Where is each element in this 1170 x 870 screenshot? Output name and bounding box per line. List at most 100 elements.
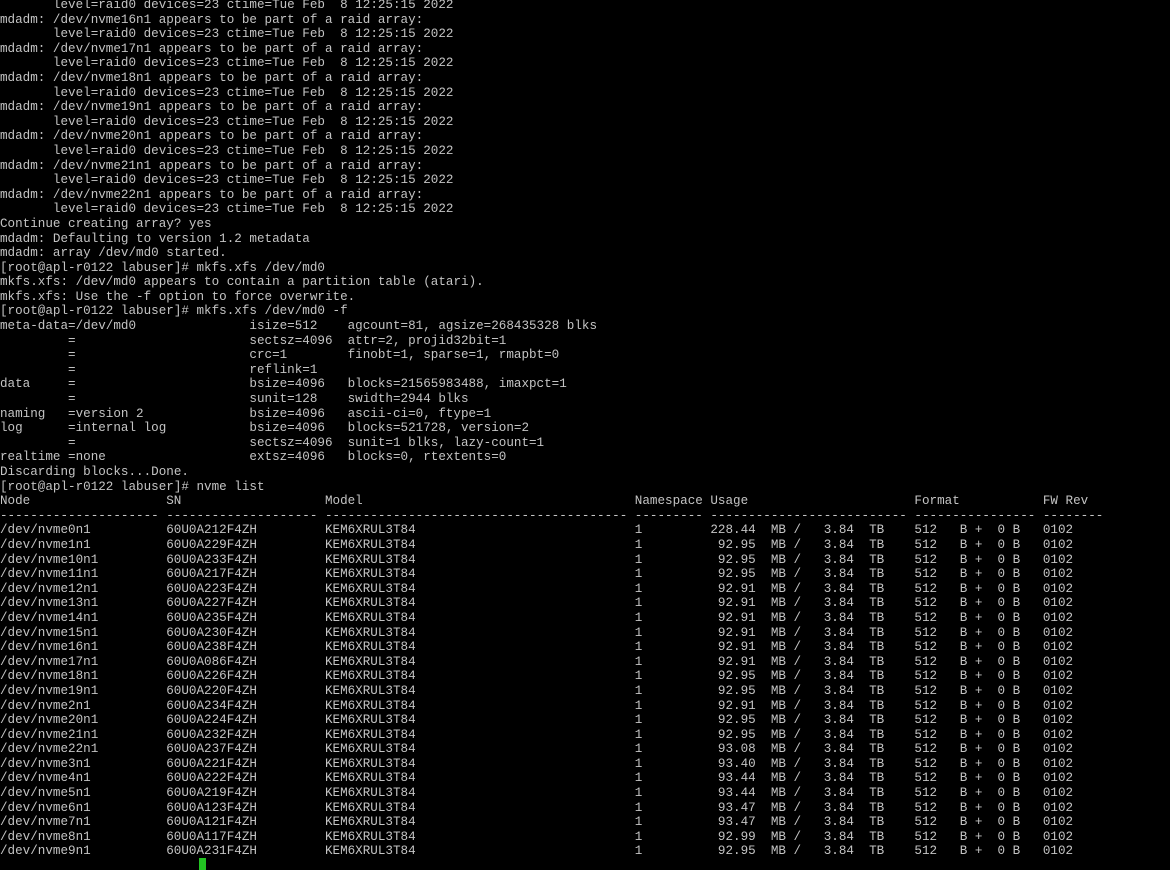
terminal-line: level=raid0 devices=23 ctime=Tue Feb 8 1…	[0, 114, 454, 129]
header-sn: SN	[166, 494, 182, 509]
mkfs-details: agcount=81, agsize=268435328 blks	[347, 319, 598, 334]
mkfs-section: log =internal log	[0, 421, 167, 436]
terminal-line: mdadm: /dev/nvme18n1 appears to be part …	[0, 70, 424, 85]
mkfs-section: =	[0, 435, 76, 450]
cell-fw-rev: 0102	[1042, 581, 1074, 596]
cell-model: KEM6XRUL3T84	[324, 829, 416, 844]
nvme-table-separator: --------------------- -------------------…	[0, 509, 1103, 524]
cell-usage: 92.95 MB / 3.84 TB	[710, 727, 885, 742]
separator-usage: --------------------------	[710, 508, 907, 523]
terminal-line: level=raid0 devices=23 ctime=Tue Feb 8 1…	[0, 202, 454, 217]
cell-usage: 92.95 MB / 3.84 TB	[710, 844, 885, 859]
cell-fw-rev: 0102	[1042, 567, 1074, 582]
cell-sn: 60U0A231F4ZH	[166, 844, 257, 859]
table-row: /dev/nvme8n1 60U0A117F4ZH KEM6XRUL3T84 1 92…	[0, 830, 1103, 845]
cell-namespace: 1	[634, 552, 643, 567]
table-row: /dev/nvme19n1 60U0A220F4ZH KEM6XRUL3T84 1 9…	[0, 684, 1103, 699]
cell-format: 512 B + 0 B	[914, 669, 1021, 684]
mkfs-details: finobt=1, sparse=1, rmapbt=0	[347, 348, 560, 363]
mkfs-output-line: = sunit=128 swidth=2944 blks	[0, 392, 1103, 407]
cell-usage: 92.91 MB / 3.84 TB	[710, 596, 885, 611]
cell-namespace: 1	[634, 567, 643, 582]
cell-format: 512 B + 0 B	[914, 844, 1021, 859]
terminal-cursor	[199, 858, 206, 870]
cell-format: 512 B + 0 B	[914, 698, 1021, 713]
table-row: /dev/nvme11n1 60U0A217F4ZH KEM6XRUL3T84 1 9…	[0, 567, 1103, 582]
terminal-line: mkfs.xfs: Use the -f option to force ove…	[0, 289, 356, 304]
cell-format: 512 B + 0 B	[914, 756, 1021, 771]
cell-usage: 93.44 MB / 3.84 TB	[710, 771, 885, 786]
cell-namespace: 1	[634, 829, 643, 844]
cell-format: 512 B + 0 B	[914, 596, 1021, 611]
cell-usage: 93.47 MB / 3.84 TB	[710, 800, 885, 815]
cell-usage: 92.95 MB / 3.84 TB	[710, 683, 885, 698]
mkfs-param: bsize=4096	[249, 377, 325, 392]
cell-sn: 60U0A232F4ZH	[166, 727, 257, 742]
cell-node: /dev/nvme1n1	[0, 537, 91, 552]
table-row: /dev/nvme16n1 60U0A238F4ZH KEM6XRUL3T84 1 9…	[0, 640, 1103, 655]
cell-sn: 60U0A212F4ZH	[166, 523, 257, 538]
cell-model: KEM6XRUL3T84	[324, 523, 416, 538]
mkfs-section: meta-data=/dev/md0	[0, 319, 137, 334]
cell-format: 512 B + 0 B	[914, 610, 1021, 625]
cell-usage: 93.44 MB / 3.84 TB	[710, 786, 885, 801]
cell-model: KEM6XRUL3T84	[324, 683, 416, 698]
cell-fw-rev: 0102	[1042, 625, 1074, 640]
cell-sn: 60U0A233F4ZH	[166, 552, 257, 567]
mkfs-output-line: = reflink=1	[0, 363, 1103, 378]
separator-namespace: ---------	[634, 508, 703, 523]
cell-format: 512 B + 0 B	[914, 654, 1021, 669]
cell-node: /dev/nvme4n1	[0, 771, 91, 786]
table-row: /dev/nvme13n1 60U0A227F4ZH KEM6XRUL3T84 1 9…	[0, 596, 1103, 611]
cell-namespace: 1	[634, 800, 643, 815]
cell-namespace: 1	[634, 523, 643, 538]
separator-node: ---------------------	[0, 508, 159, 523]
table-row: /dev/nvme9n1 60U0A231F4ZH KEM6XRUL3T84 1 92…	[0, 844, 1103, 859]
header-format: Format	[914, 494, 960, 509]
mkfs-output-line: meta-data=/dev/md0 isize=512 agcount=81, a…	[0, 319, 1103, 334]
cell-model: KEM6XRUL3T84	[324, 625, 416, 640]
cell-node: /dev/nvme7n1	[0, 815, 91, 830]
terminal-line: mdadm: array /dev/md0 started.	[0, 246, 227, 261]
cell-sn: 60U0A219F4ZH	[166, 786, 257, 801]
cell-node: /dev/nvme0n1	[0, 523, 91, 538]
cell-usage: 92.91 MB / 3.84 TB	[710, 640, 885, 655]
mkfs-param: sectsz=4096	[249, 333, 333, 348]
cell-format: 512 B + 0 B	[914, 829, 1021, 844]
terminal-line: mdadm: /dev/nvme21n1 appears to be part …	[0, 158, 424, 173]
cell-node: /dev/nvme21n1	[0, 727, 99, 742]
mkfs-section: =	[0, 333, 76, 348]
terminal-output[interactable]: level=raid0 devices=23 ctime=Tue Feb 8 1…	[0, 0, 1103, 859]
cell-namespace: 1	[634, 727, 643, 742]
cell-fw-rev: 0102	[1042, 727, 1074, 742]
cell-format: 512 B + 0 B	[914, 523, 1021, 538]
cell-usage: 92.99 MB / 3.84 TB	[710, 829, 885, 844]
table-row: /dev/nvme2n1 60U0A234F4ZH KEM6XRUL3T84 1 92…	[0, 699, 1103, 714]
table-row: /dev/nvme7n1 60U0A121F4ZH KEM6XRUL3T84 1 93…	[0, 815, 1103, 830]
cell-sn: 60U0A086F4ZH	[166, 654, 257, 669]
cell-fw-rev: 0102	[1042, 523, 1074, 538]
table-row: /dev/nvme3n1 60U0A221F4ZH KEM6XRUL3T84 1 93…	[0, 757, 1103, 772]
cell-node: /dev/nvme14n1	[0, 610, 99, 625]
cell-fw-rev: 0102	[1042, 683, 1074, 698]
cell-format: 512 B + 0 B	[914, 552, 1021, 567]
cell-format: 512 B + 0 B	[914, 683, 1021, 698]
cell-usage: 93.08 MB / 3.84 TB	[710, 742, 885, 757]
cell-fw-rev: 0102	[1042, 640, 1074, 655]
table-row: /dev/nvme6n1 60U0A123F4ZH KEM6XRUL3T84 1 93…	[0, 801, 1103, 816]
mkfs-section: =	[0, 348, 76, 363]
header-fw-rev: FW Rev	[1042, 494, 1089, 509]
cell-node: /dev/nvme19n1	[0, 683, 99, 698]
cell-namespace: 1	[634, 683, 643, 698]
cell-model: KEM6XRUL3T84	[324, 640, 416, 655]
cell-node: /dev/nvme18n1	[0, 669, 99, 684]
cell-namespace: 1	[634, 698, 643, 713]
terminal-line: mdadm: /dev/nvme16n1 appears to be part …	[0, 12, 424, 27]
cell-namespace: 1	[634, 786, 643, 801]
mkfs-details: sunit=1 blks, lazy-count=1	[347, 435, 545, 450]
cell-fw-rev: 0102	[1042, 669, 1074, 684]
mkfs-param: isize=512	[249, 319, 318, 334]
cell-namespace: 1	[634, 625, 643, 640]
cell-usage: 92.95 MB / 3.84 TB	[710, 552, 885, 567]
table-row: /dev/nvme4n1 60U0A222F4ZH KEM6XRUL3T84 1 93…	[0, 771, 1103, 786]
